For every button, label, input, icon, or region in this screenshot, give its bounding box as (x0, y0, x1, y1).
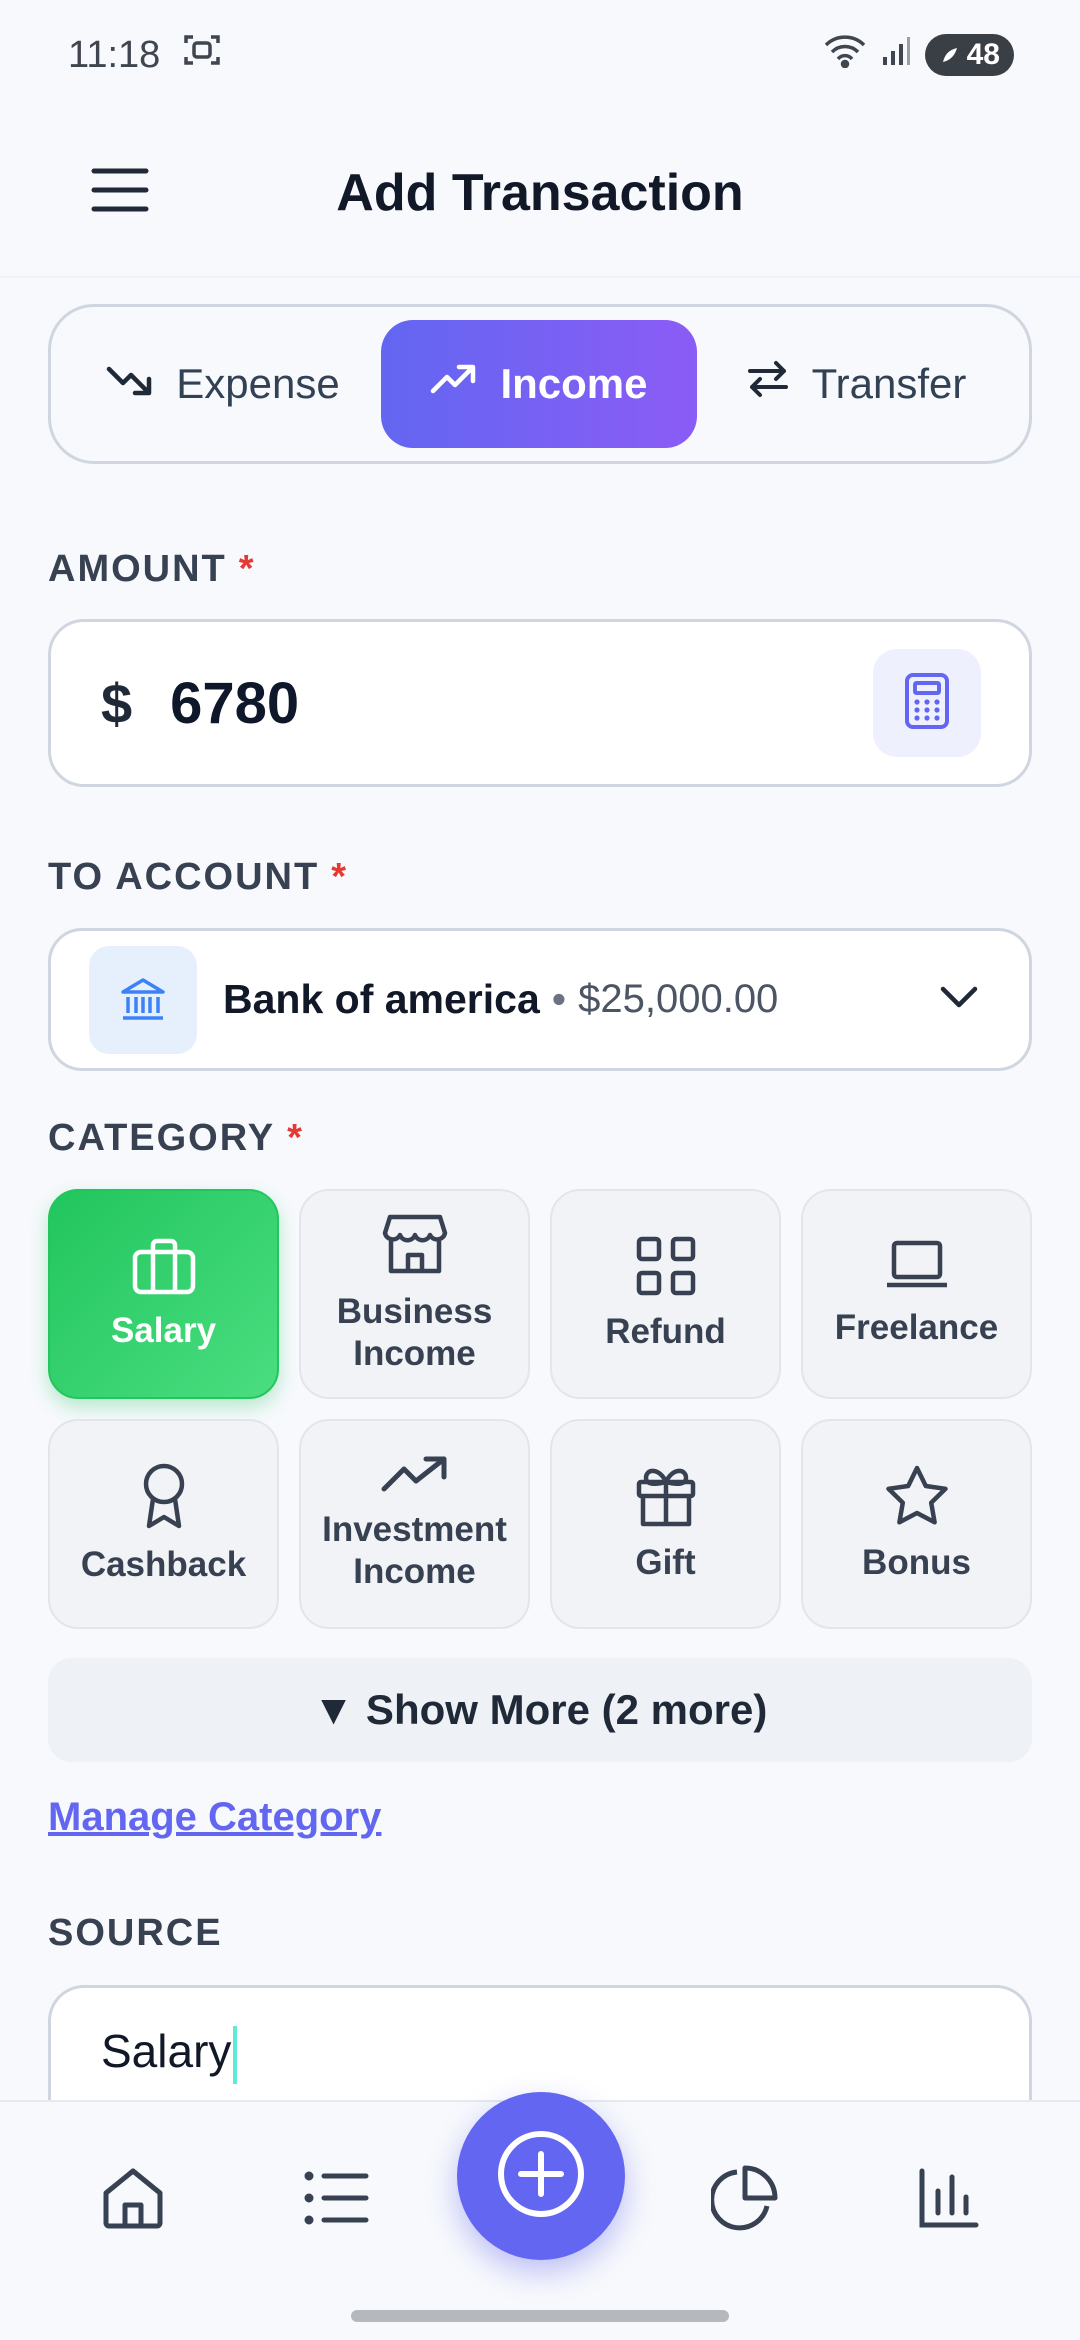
gift-icon (636, 1468, 695, 1527)
tab-expense[interactable]: Expense (65, 320, 381, 448)
required-mark: * (331, 856, 349, 898)
transaction-type-selector: Expense Income Transfer (48, 304, 1032, 464)
page-title: Add Transaction (336, 164, 744, 222)
manage-category-link[interactable]: Manage Category (48, 1795, 381, 1840)
battery-level: 48 (966, 38, 1000, 71)
category-bonus[interactable]: Bonus (801, 1419, 1032, 1629)
category-label: Cashback (80, 1545, 247, 1584)
category-business-income[interactable]: Business Income (299, 1189, 530, 1399)
tab-income[interactable]: Income (381, 320, 697, 448)
tab-income-label: Income (500, 360, 648, 407)
category-freelance[interactable]: Freelance (801, 1189, 1032, 1399)
calculator-icon (903, 672, 951, 735)
list-icon[interactable] (292, 2158, 382, 2238)
trending-up-icon (381, 1456, 446, 1492)
amount-label: AMOUNT * (48, 548, 256, 591)
amount-label-text: AMOUNT (48, 548, 227, 590)
required-mark: * (287, 1117, 304, 1159)
category-label-text: CATEGORY (48, 1117, 276, 1159)
category-investment-income[interactable]: Investment Income (299, 1419, 530, 1629)
source-value: Salary (101, 2025, 232, 2077)
amount-field[interactable]: $ 6780 (48, 619, 1032, 787)
status-time: 11:18 (68, 33, 161, 76)
category-label: CATEGORY * (48, 1117, 304, 1160)
award-icon (143, 1463, 184, 1529)
calculator-button[interactable] (873, 649, 981, 757)
to-account-label-text: TO ACCOUNT (48, 856, 320, 898)
category-label: Freelance (834, 1308, 999, 1347)
category-cashback[interactable]: Cashback (48, 1419, 279, 1629)
home-indicator[interactable] (351, 2310, 729, 2322)
category-label: Salary (110, 1311, 217, 1350)
pie-chart-icon[interactable] (700, 2158, 790, 2238)
account-name: Bank of america (223, 976, 540, 1022)
wifi-icon (823, 32, 867, 78)
category-salary[interactable]: Salary (48, 1189, 279, 1399)
show-more-button[interactable]: ▼ Show More (2 more) (48, 1658, 1032, 1762)
to-account-label: TO ACCOUNT * (48, 856, 348, 899)
currency-symbol: $ (101, 671, 133, 735)
tab-transfer[interactable]: Transfer (697, 320, 1015, 448)
store-icon (382, 1214, 447, 1274)
battery-icon: 48 (924, 34, 1014, 76)
account-select[interactable]: Bank of america • $25,000.00 (48, 928, 1032, 1071)
trending-down-icon (106, 359, 154, 409)
trending-up-icon (430, 359, 478, 409)
category-label: Investment Income (322, 1510, 507, 1591)
tab-expense-label: Expense (176, 360, 340, 407)
screenshot-icon (182, 32, 222, 78)
category-label: Business Income (336, 1292, 493, 1373)
account-separator: • (551, 976, 567, 1022)
required-mark: * (238, 548, 256, 590)
app-bar: Add Transaction (0, 110, 1080, 278)
source-label: SOURCE (48, 1912, 223, 1954)
grid-icon (636, 1236, 695, 1296)
home-icon[interactable] (88, 2158, 178, 2238)
account-balance: $25,000.00 (578, 977, 779, 1021)
category-label: Gift (635, 1543, 696, 1582)
swap-arrows-icon (746, 357, 790, 411)
category-label: Refund (605, 1312, 726, 1351)
category-label: Bonus (862, 1543, 971, 1582)
amount-value[interactable]: 6780 (170, 670, 299, 737)
add-transaction-button[interactable] (457, 2092, 625, 2260)
category-grid: Salary Business Income Refund Freelance C… (48, 1189, 1032, 1629)
add-circle-icon (495, 2128, 587, 2225)
briefcase-icon (132, 1238, 195, 1295)
category-refund[interactable]: Refund (550, 1189, 781, 1399)
bar-chart-icon[interactable] (904, 2158, 994, 2238)
category-gift[interactable]: Gift (550, 1419, 781, 1629)
hamburger-menu-icon[interactable] (84, 154, 156, 226)
chevron-down-icon (939, 985, 979, 1014)
star-icon (885, 1465, 948, 1525)
tab-transfer-label: Transfer (811, 360, 967, 407)
signal-icon (881, 34, 911, 77)
status-bar: 11:18 48 (0, 0, 1080, 110)
laptop-icon (886, 1240, 947, 1288)
text-caret (233, 2025, 238, 2084)
bank-icon (89, 945, 197, 1054)
